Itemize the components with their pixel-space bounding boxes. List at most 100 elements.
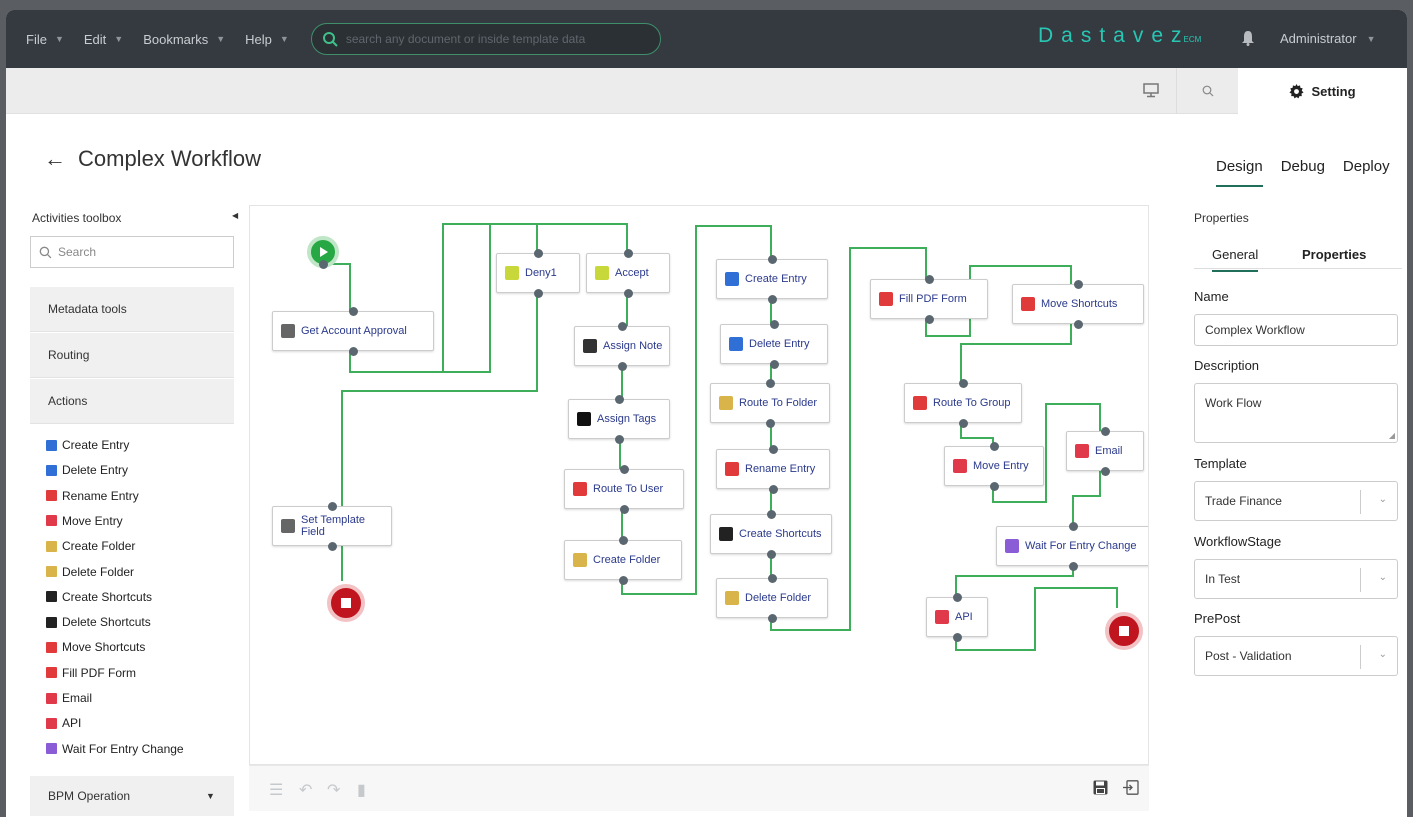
node-port[interactable] bbox=[767, 254, 777, 264]
section-actions[interactable]: Actions bbox=[30, 379, 234, 424]
toolbox-action[interactable]: Delete Shortcuts bbox=[46, 613, 151, 631]
node-port[interactable] bbox=[618, 575, 628, 585]
resize-grip-icon[interactable]: ◢ bbox=[1389, 431, 1395, 440]
toolbox-action[interactable]: Rename Entry bbox=[46, 487, 139, 505]
workflow-node-fill-pdf-form[interactable]: Fill PDF Form bbox=[870, 279, 988, 319]
node-port[interactable] bbox=[952, 592, 962, 602]
menu-edit[interactable]: Edit ▼ bbox=[84, 32, 123, 47]
workflow-node-api[interactable]: API bbox=[926, 597, 988, 637]
toolbox-search[interactable] bbox=[30, 236, 234, 268]
export-icon[interactable] bbox=[1123, 780, 1139, 795]
redo-icon[interactable]: ↷ bbox=[327, 780, 340, 800]
node-port[interactable] bbox=[958, 378, 968, 388]
workflow-node-delete-folder[interactable]: Delete Folder bbox=[716, 578, 828, 618]
workflow-node-assign-tags[interactable]: Assign Tags bbox=[568, 399, 670, 439]
toolbox-action[interactable]: Delete Folder bbox=[46, 563, 134, 581]
monitor-icon[interactable] bbox=[1143, 83, 1159, 98]
node-port[interactable] bbox=[766, 509, 776, 519]
node-port[interactable] bbox=[768, 444, 778, 454]
node-port[interactable] bbox=[619, 504, 629, 514]
node-port[interactable] bbox=[768, 484, 778, 494]
tab-properties[interactable]: Properties bbox=[1302, 247, 1366, 262]
menu-file[interactable]: File ▼ bbox=[26, 32, 64, 47]
node-port[interactable] bbox=[767, 294, 777, 304]
node-port[interactable] bbox=[952, 632, 962, 642]
tab-debug[interactable]: Debug bbox=[1281, 158, 1325, 187]
node-port[interactable] bbox=[619, 464, 629, 474]
setting-button[interactable]: Setting bbox=[1238, 68, 1407, 114]
node-port[interactable] bbox=[318, 259, 328, 269]
node-port[interactable] bbox=[1073, 279, 1083, 289]
toolbox-action[interactable]: Delete Entry bbox=[46, 461, 128, 479]
collapse-toolbox-icon[interactable]: ◀ bbox=[232, 211, 238, 220]
node-port[interactable] bbox=[533, 288, 543, 298]
node-port[interactable] bbox=[1068, 521, 1078, 531]
workflow-canvas[interactable]: Get Account Approval Set Template Field De… bbox=[249, 205, 1149, 765]
prepost-select[interactable]: Post - Validation ⌄ bbox=[1194, 636, 1398, 676]
node-port[interactable] bbox=[618, 535, 628, 545]
node-port[interactable] bbox=[989, 441, 999, 451]
bell-icon[interactable] bbox=[1241, 30, 1255, 46]
back-arrow-icon[interactable]: ← bbox=[44, 146, 66, 172]
node-port[interactable] bbox=[614, 394, 624, 404]
node-port[interactable] bbox=[533, 248, 543, 258]
menu-bookmarks[interactable]: Bookmarks ▼ bbox=[143, 32, 225, 47]
workflow-node-deny1[interactable]: Deny1 bbox=[496, 253, 580, 293]
workflow-node-route-to-group[interactable]: Route To Group bbox=[904, 383, 1022, 423]
node-port[interactable] bbox=[623, 248, 633, 258]
toolbox-action[interactable]: Create Folder bbox=[46, 537, 135, 555]
align-icon[interactable]: ☰ bbox=[269, 780, 283, 800]
workflow-node-route-to-folder[interactable]: Route To Folder bbox=[710, 383, 830, 423]
toolbox-action[interactable]: Move Entry bbox=[46, 512, 123, 530]
node-port[interactable] bbox=[617, 321, 627, 331]
user-menu[interactable]: Administrator ▼ bbox=[1280, 31, 1376, 46]
tab-general[interactable]: General bbox=[1212, 247, 1259, 272]
node-port[interactable] bbox=[617, 361, 627, 371]
stage-select[interactable]: In Test ⌄ bbox=[1194, 559, 1398, 599]
toolbox-action[interactable]: Create Shortcuts bbox=[46, 588, 152, 606]
workflow-node-create-folder[interactable]: Create Folder bbox=[564, 540, 682, 580]
toolbox-action[interactable]: Email bbox=[46, 689, 92, 707]
node-port[interactable] bbox=[1073, 319, 1083, 329]
description-field[interactable]: Work Flow ◢ bbox=[1194, 383, 1398, 443]
node-port[interactable] bbox=[769, 319, 779, 329]
node-port[interactable] bbox=[924, 314, 934, 324]
section-bpm-operation[interactable]: BPM Operation ▼ bbox=[30, 776, 234, 816]
tab-deploy[interactable]: Deploy bbox=[1343, 158, 1390, 187]
workflow-node-get-account-approval[interactable]: Get Account Approval bbox=[272, 311, 434, 351]
toolbox-action[interactable]: Create Entry bbox=[46, 436, 129, 454]
workflow-node-create-entry[interactable]: Create Entry bbox=[716, 259, 828, 299]
node-port[interactable] bbox=[924, 274, 934, 284]
node-port[interactable] bbox=[767, 613, 777, 623]
workflow-node-rename-entry[interactable]: Rename Entry bbox=[716, 449, 830, 489]
node-port[interactable] bbox=[327, 501, 337, 511]
workflow-node-set-template-field[interactable]: Set Template Field bbox=[272, 506, 392, 546]
node-port[interactable] bbox=[767, 573, 777, 583]
node-port[interactable] bbox=[327, 541, 337, 551]
node-port[interactable] bbox=[1068, 561, 1078, 571]
tab-design[interactable]: Design bbox=[1216, 158, 1263, 187]
workflow-node-create-shortcuts[interactable]: Create Shortcuts bbox=[710, 514, 832, 554]
workflow-node-accept[interactable]: Accept bbox=[586, 253, 670, 293]
node-port[interactable] bbox=[348, 346, 358, 356]
toolbox-action[interactable]: API bbox=[46, 714, 81, 732]
workflow-node-wait-for-entry-change[interactable]: Wait For Entry Change bbox=[996, 526, 1148, 566]
workflow-node-assign-note[interactable]: Assign Note bbox=[574, 326, 670, 366]
toolbox-action[interactable]: Move Shortcuts bbox=[46, 638, 145, 656]
workflow-node-route-to-user[interactable]: Route To User bbox=[564, 469, 684, 509]
node-port[interactable] bbox=[1100, 466, 1110, 476]
workflow-node-move-entry[interactable]: Move Entry bbox=[944, 446, 1044, 486]
node-port[interactable] bbox=[614, 434, 624, 444]
section-metadata-tools[interactable]: Metadata tools bbox=[30, 287, 234, 332]
node-port[interactable] bbox=[765, 418, 775, 428]
workflow-node-delete-entry[interactable]: Delete Entry bbox=[720, 324, 828, 364]
toolbox-action[interactable]: Wait For Entry Change bbox=[46, 740, 184, 758]
save-icon[interactable] bbox=[1093, 780, 1108, 795]
node-port[interactable] bbox=[623, 288, 633, 298]
toolbox-search-input[interactable] bbox=[58, 245, 218, 259]
section-routing[interactable]: Routing bbox=[30, 333, 234, 378]
node-port[interactable] bbox=[348, 306, 358, 316]
workflow-node-move-shortcuts[interactable]: Move Shortcuts bbox=[1012, 284, 1144, 324]
node-port[interactable] bbox=[989, 481, 999, 491]
name-field[interactable]: Complex Workflow bbox=[1194, 314, 1398, 346]
